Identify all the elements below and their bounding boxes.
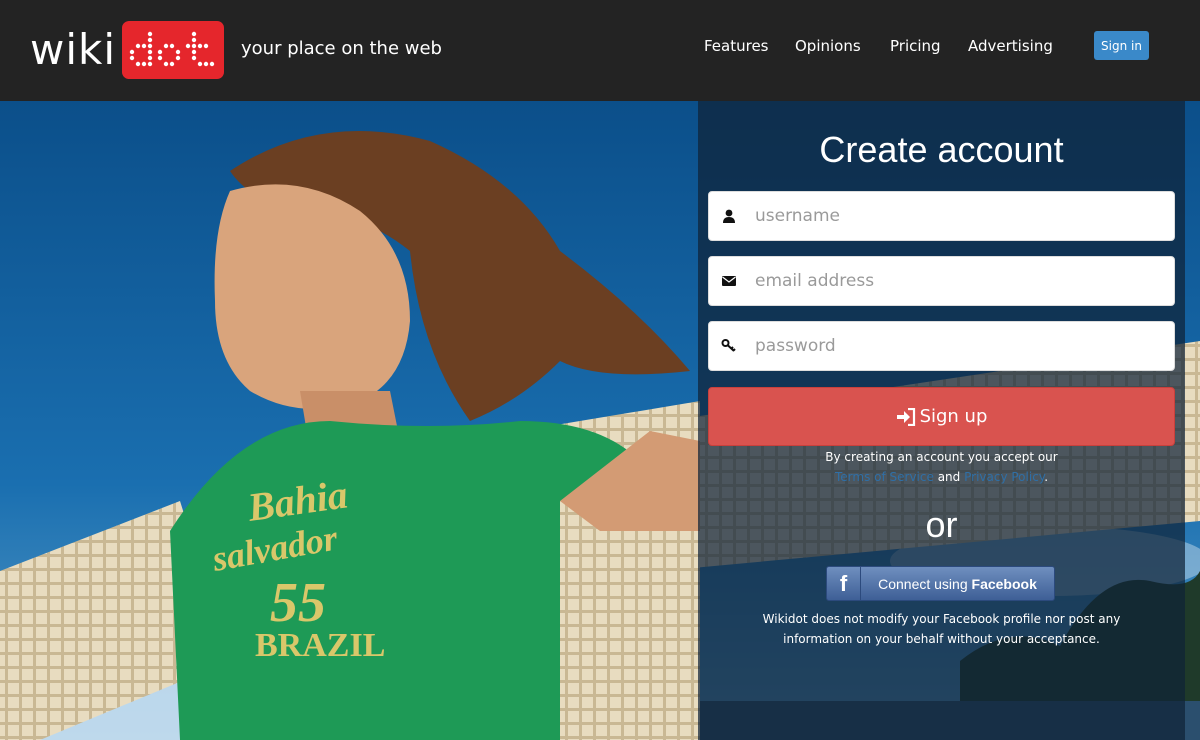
terms-notice: By creating an account you accept our Te… — [698, 447, 1185, 487]
nav-pricing[interactable]: Pricing — [890, 37, 941, 55]
password-input[interactable] — [755, 322, 1165, 370]
email-field[interactable] — [708, 256, 1175, 306]
logo-dot-badge — [122, 21, 225, 79]
privacy-policy-link[interactable]: Privacy Policy — [964, 470, 1044, 484]
facebook-prefix: Connect using — [878, 575, 968, 592]
username-field[interactable] — [708, 191, 1175, 241]
facebook-notice: Wikidot does not modify your Facebook pr… — [762, 612, 1121, 646]
password-field[interactable] — [708, 321, 1175, 371]
facebook-button-label: Connect using Facebook — [861, 576, 1054, 592]
facebook-icon: f — [827, 567, 861, 600]
user-icon — [723, 209, 735, 223]
email-input[interactable] — [755, 257, 1165, 305]
nav-opinions[interactable]: Opinions — [795, 37, 861, 55]
terms-of-service-link[interactable]: Terms of Service — [835, 470, 934, 484]
facebook-brand: Facebook — [971, 575, 1037, 592]
create-account-panel: Create account Sign up By creating an ac… — [698, 101, 1185, 740]
nav-features[interactable]: Features — [704, 37, 769, 55]
sign-in-button[interactable]: Sign in — [1094, 31, 1149, 60]
envelope-icon — [722, 276, 736, 286]
sign-up-label: Sign up — [919, 406, 988, 427]
shirt-text-4: BRAZIL — [255, 627, 385, 664]
nav-advertising[interactable]: Advertising — [968, 37, 1053, 55]
create-account-title: Create account — [819, 129, 1064, 170]
logo-dot-lettering — [129, 31, 215, 67]
key-icon — [721, 339, 736, 352]
logo-wiki-text: wiki — [30, 25, 117, 74]
connect-facebook-button[interactable]: f Connect using Facebook — [826, 566, 1055, 601]
shirt-text-3: 55 — [270, 572, 326, 634]
terms-prefix: By creating an account you accept our — [825, 450, 1058, 464]
sign-in-arrow-icon — [896, 407, 915, 426]
tagline: your place on the web — [241, 38, 442, 59]
or-separator: or — [925, 504, 958, 545]
terms-suffix: . — [1044, 470, 1049, 484]
username-input[interactable] — [755, 192, 1165, 240]
top-header: wiki your place on the web Features Opin… — [0, 0, 1200, 101]
sign-up-button[interactable]: Sign up — [708, 387, 1175, 446]
terms-and: and — [937, 470, 961, 484]
wikidot-logo[interactable]: wiki — [30, 21, 225, 79]
